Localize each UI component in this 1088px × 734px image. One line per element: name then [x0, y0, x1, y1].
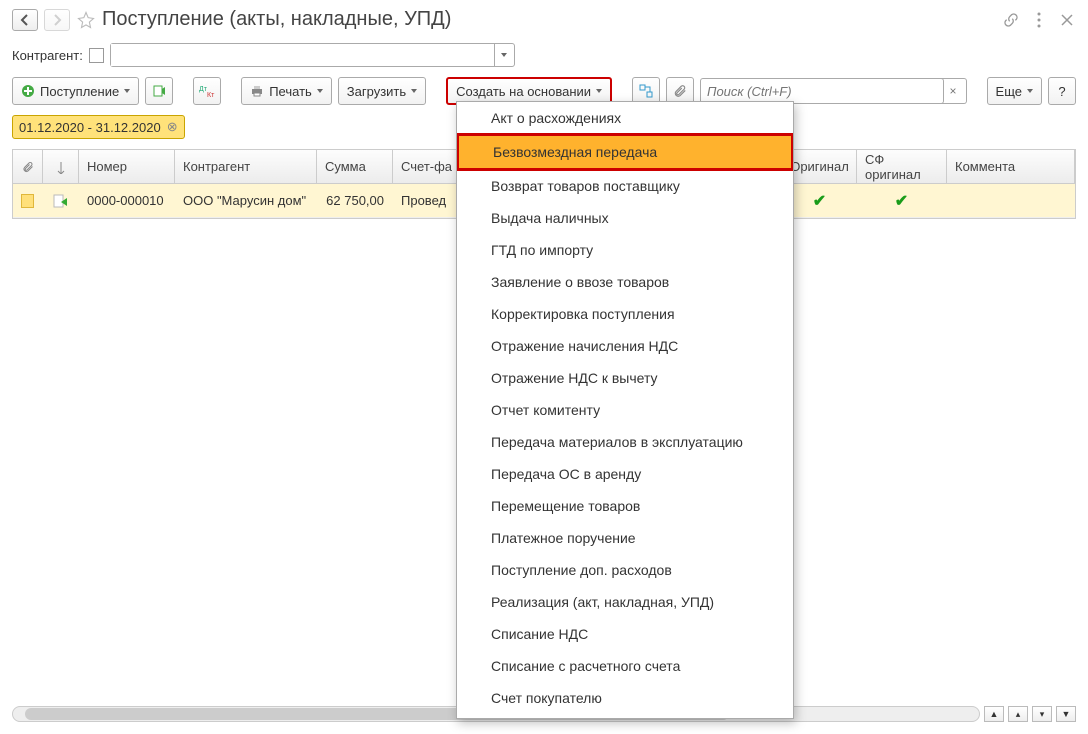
help-label: ? — [1058, 84, 1065, 99]
menu-item[interactable]: Отражение начисления НДС — [457, 330, 793, 362]
menu-item[interactable]: ГТД по импорту — [457, 234, 793, 266]
back-button[interactable] — [12, 9, 38, 31]
menu-item[interactable]: Отражение НДС к вычету — [457, 362, 793, 394]
create-based-on-menu: Акт о расхожденияхБезвозмездная передача… — [456, 101, 794, 719]
counterparty-label: Контрагент: — [12, 48, 83, 63]
scroll-bottom-button[interactable]: ▼ — [1056, 706, 1076, 722]
menu-item[interactable]: Платежное поручение — [457, 522, 793, 554]
cell-invoice: Провед — [401, 193, 446, 208]
menu-item[interactable]: Передача ОС в аренду — [457, 458, 793, 490]
menu-item[interactable]: Перемещение товаров — [457, 490, 793, 522]
menu-item[interactable]: Счет-фактура полученный — [457, 714, 793, 719]
plus-icon — [21, 84, 35, 98]
menu-dots-icon[interactable] — [1030, 11, 1048, 29]
menu-item[interactable]: Выдача наличных — [457, 202, 793, 234]
svg-text:Кт: Кт — [207, 92, 215, 98]
col-number[interactable]: Номер — [79, 150, 175, 183]
menu-item[interactable]: Возврат товаров поставщику — [457, 170, 793, 202]
close-icon[interactable] — [1058, 11, 1076, 29]
cell-sum: 62 750,00 — [317, 184, 393, 217]
create-based-on-label: Создать на основании — [456, 84, 591, 99]
menu-item[interactable]: Поступление доп. расходов — [457, 554, 793, 586]
scroll-down-button[interactable]: ▾ — [1032, 706, 1052, 722]
menu-item[interactable]: Списание НДС — [457, 618, 793, 650]
counterparty-combo[interactable] — [110, 43, 515, 67]
more-label: Еще — [996, 84, 1022, 99]
col-counterparty[interactable]: Контрагент — [175, 150, 317, 183]
menu-item[interactable]: Передача материалов в эксплуатацию — [457, 426, 793, 458]
clip-icon — [673, 84, 687, 98]
refresh-icon — [152, 84, 166, 98]
cell-counterparty: ООО "Марусин дом" — [175, 184, 317, 217]
date-filter-label: 01.12.2020 - 31.12.2020 — [19, 120, 161, 135]
menu-item[interactable]: Списание с расчетного счета — [457, 650, 793, 682]
col-attach[interactable] — [13, 150, 43, 183]
dtct-button[interactable]: ДтКт — [193, 77, 221, 105]
menu-item[interactable]: Безвозмездная передача — [456, 133, 794, 171]
print-button[interactable]: Печать — [241, 77, 332, 105]
forward-button[interactable] — [44, 9, 70, 31]
col-sum[interactable]: Сумма — [317, 150, 393, 183]
create-doc-label: Поступление — [40, 84, 119, 99]
clip-icon — [22, 161, 34, 173]
clear-search-button[interactable]: × — [941, 78, 967, 104]
col-original[interactable]: Оригинал — [783, 150, 857, 183]
load-button[interactable]: Загрузить — [338, 77, 426, 105]
cell-number: 0000-000010 — [79, 184, 175, 217]
load-label: Загрузить — [347, 84, 406, 99]
print-icon — [250, 84, 264, 98]
create-doc-button[interactable]: Поступление — [12, 77, 139, 105]
favorite-star-icon[interactable] — [76, 10, 96, 30]
structure-icon — [639, 84, 653, 98]
dtct-icon: ДтКт — [199, 84, 215, 98]
check-icon: ✔ — [895, 191, 908, 211]
posted-doc-icon — [53, 194, 69, 208]
menu-item[interactable]: Реализация (акт, накладная, УПД) — [457, 586, 793, 618]
menu-item[interactable]: Счет покупателю — [457, 682, 793, 714]
sort-icon — [56, 160, 66, 174]
row-marker-icon — [21, 194, 34, 208]
counterparty-checkbox[interactable] — [89, 48, 104, 63]
more-button[interactable]: Еще — [987, 77, 1042, 105]
page-title: Поступление (акты, накладные, УПД) — [102, 8, 996, 31]
date-filter-chip[interactable]: 01.12.2020 - 31.12.2020 ⊗ — [12, 115, 185, 139]
help-button[interactable]: ? — [1048, 77, 1076, 105]
link-icon[interactable] — [1002, 11, 1020, 29]
menu-item[interactable]: Отчет комитенту — [457, 394, 793, 426]
counterparty-input[interactable] — [111, 44, 494, 66]
scroll-top-button[interactable]: ▲ — [984, 706, 1004, 722]
menu-item[interactable]: Заявление о ввозе товаров — [457, 266, 793, 298]
col-comment[interactable]: Коммента — [947, 150, 1075, 183]
check-icon: ✔ — [813, 191, 826, 211]
print-label: Печать — [269, 84, 312, 99]
scroll-up-button[interactable]: ▴ — [1008, 706, 1028, 722]
col-mark[interactable] — [43, 150, 79, 183]
date-filter-clear[interactable]: ⊗ — [167, 119, 178, 135]
refresh-button[interactable] — [145, 77, 173, 105]
col-sforiginal[interactable]: СФ оригинал — [857, 150, 947, 183]
counterparty-combo-arrow[interactable] — [494, 44, 514, 66]
menu-item[interactable]: Акт о расхождениях — [457, 102, 793, 134]
menu-item[interactable]: Корректировка поступления — [457, 298, 793, 330]
